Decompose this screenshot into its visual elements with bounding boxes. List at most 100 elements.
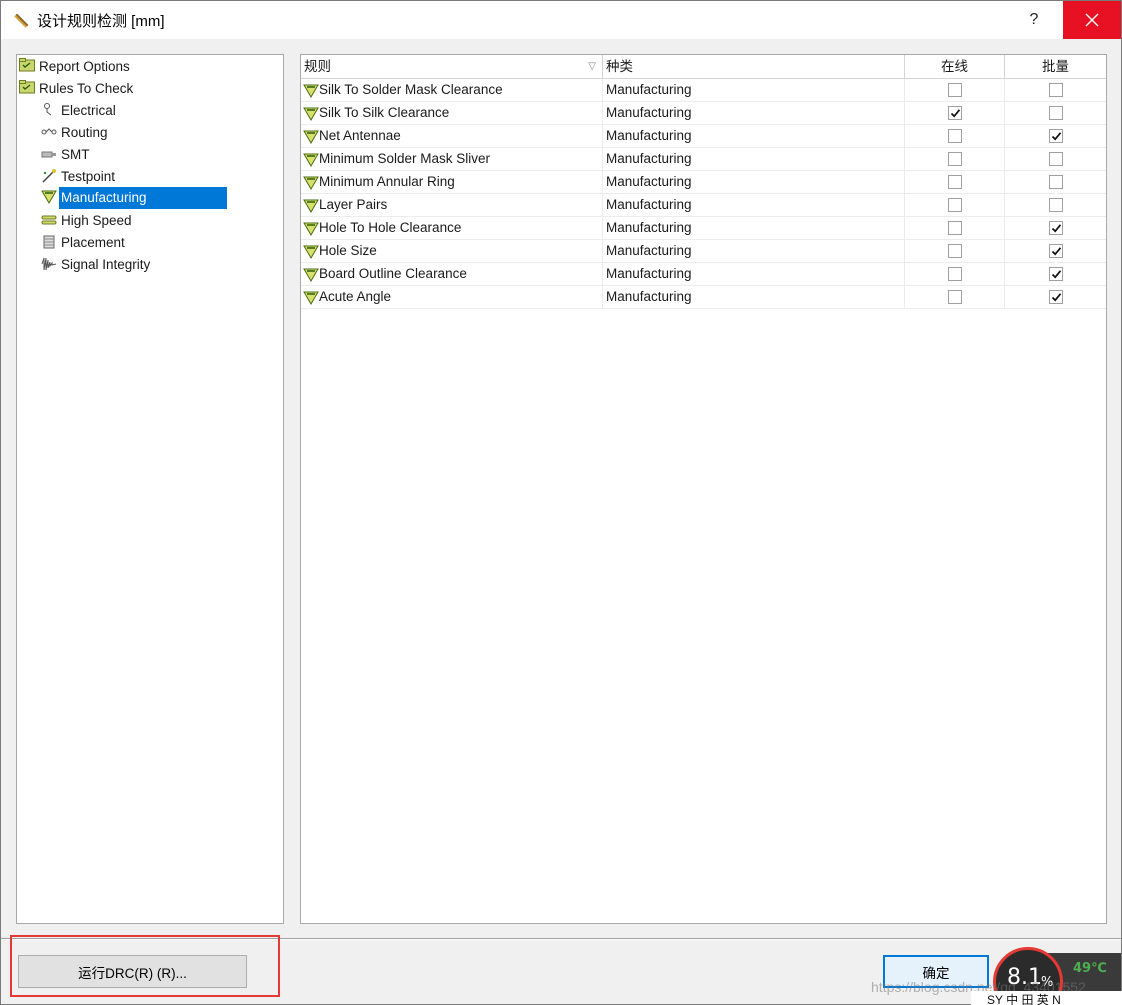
tree-item-testpoint[interactable]: Testpoint xyxy=(41,165,117,187)
tree-item-report-options[interactable]: Report Options xyxy=(19,55,132,77)
batch-checkbox[interactable] xyxy=(1048,221,1063,235)
taskbar-tray-strip: SY 中 田 英 N xyxy=(971,991,1122,1005)
folder-icon xyxy=(19,80,35,96)
manufacturing-rule-icon xyxy=(303,175,319,190)
batch-cell xyxy=(1005,263,1106,286)
help-button[interactable]: ? xyxy=(1011,1,1057,39)
online-cell xyxy=(905,171,1005,194)
online-checkbox[interactable] xyxy=(947,221,962,235)
column-header-rule-label: 规则 xyxy=(304,59,331,74)
manufacturing-icon xyxy=(41,190,57,206)
batch-checkbox[interactable] xyxy=(1048,267,1063,281)
online-checkbox[interactable] xyxy=(947,129,962,143)
manufacturing-rule-icon xyxy=(303,244,319,259)
rule-kind-cell: Manufacturing xyxy=(603,217,905,240)
high-speed-icon xyxy=(41,212,57,228)
manufacturing-rule-icon xyxy=(303,198,319,213)
rule-kind-cell: Manufacturing xyxy=(603,102,905,125)
table-row[interactable]: Silk To Silk Clearance Manufacturing xyxy=(301,102,1106,125)
rule-name-cell: Hole To Hole Clearance xyxy=(301,217,603,240)
online-checkbox[interactable] xyxy=(947,106,962,120)
column-header-batch[interactable]: 批量 xyxy=(1005,55,1106,79)
online-checkbox[interactable] xyxy=(947,244,962,258)
rule-category-tree[interactable]: Report Options Rules To Check Electrical Ro… xyxy=(16,54,284,924)
tree-item-routing[interactable]: Routing xyxy=(41,121,110,143)
column-header-kind[interactable]: 种类 xyxy=(603,55,905,79)
signal-integrity-icon xyxy=(41,256,57,272)
online-cell xyxy=(905,148,1005,171)
rule-name-cell: Net Antennae xyxy=(301,125,603,148)
batch-cell xyxy=(1005,79,1106,102)
rule-kind-cell: Manufacturing xyxy=(603,240,905,263)
close-button[interactable] xyxy=(1063,1,1121,39)
rule-name: Silk To Silk Clearance xyxy=(319,105,450,120)
table-row[interactable]: Board Outline Clearance Manufacturing xyxy=(301,263,1106,286)
app-icon xyxy=(14,13,29,28)
tree-item-signal-integrity[interactable]: Signal Integrity xyxy=(41,253,152,275)
table-row[interactable]: Net Antennae Manufacturing xyxy=(301,125,1106,148)
rule-name-cell: Layer Pairs xyxy=(301,194,603,217)
table-row[interactable]: Minimum Annular Ring Manufacturing xyxy=(301,171,1106,194)
table-row[interactable]: Hole To Hole Clearance Manufacturing xyxy=(301,217,1106,240)
rule-kind-cell: Manufacturing xyxy=(603,79,905,102)
grid-header: 规则 ▽ 种类 在线 批量 xyxy=(301,55,1106,79)
manufacturing-rule-icon xyxy=(303,267,319,282)
online-checkbox[interactable] xyxy=(947,198,962,212)
column-header-online[interactable]: 在线 xyxy=(905,55,1005,79)
batch-checkbox[interactable] xyxy=(1048,175,1063,189)
manufacturing-rule-icon xyxy=(303,83,319,98)
annotation-highlight-box xyxy=(10,935,280,997)
batch-checkbox[interactable] xyxy=(1048,106,1063,120)
rule-name-cell: Minimum Annular Ring xyxy=(301,171,603,194)
rule-name-cell: Silk To Silk Clearance xyxy=(301,102,603,125)
table-row[interactable]: Acute Angle Manufacturing xyxy=(301,286,1106,309)
table-row[interactable]: Minimum Solder Mask Sliver Manufacturing xyxy=(301,148,1106,171)
table-row[interactable]: Layer Pairs Manufacturing xyxy=(301,194,1106,217)
tree-item-smt[interactable]: SMT xyxy=(41,143,92,165)
online-checkbox[interactable] xyxy=(947,290,962,304)
batch-checkbox[interactable] xyxy=(1048,129,1063,143)
rule-name: Minimum Annular Ring xyxy=(319,174,455,189)
tree-item-label: Report Options xyxy=(39,58,130,74)
rule-kind-cell: Manufacturing xyxy=(603,125,905,148)
tree-item-label: High Speed xyxy=(61,212,132,228)
rule-name-cell: Hole Size xyxy=(301,240,603,263)
rule-kind-cell: Manufacturing xyxy=(603,194,905,217)
table-row[interactable]: Silk To Solder Mask Clearance Manufacturi… xyxy=(301,79,1106,102)
column-header-rule[interactable]: 规则 ▽ xyxy=(301,55,603,79)
tree-item-electrical[interactable]: Electrical xyxy=(41,99,118,121)
online-checkbox[interactable] xyxy=(947,175,962,189)
online-cell xyxy=(905,194,1005,217)
batch-cell xyxy=(1005,102,1106,125)
rule-name: Hole Size xyxy=(319,243,377,258)
online-checkbox[interactable] xyxy=(947,152,962,166)
rule-name: Hole To Hole Clearance xyxy=(319,220,462,235)
batch-checkbox[interactable] xyxy=(1048,198,1063,212)
online-checkbox[interactable] xyxy=(947,83,962,97)
batch-cell xyxy=(1005,240,1106,263)
batch-cell xyxy=(1005,125,1106,148)
batch-checkbox[interactable] xyxy=(1048,152,1063,166)
tree-item-label: Routing xyxy=(61,124,108,140)
tree-item-high-speed[interactable]: High Speed xyxy=(41,209,134,231)
tree-item-rules-to-check[interactable]: Rules To Check xyxy=(19,77,135,99)
tree-item-placement[interactable]: Placement xyxy=(41,231,127,253)
batch-checkbox[interactable] xyxy=(1048,244,1063,258)
table-row[interactable]: Hole Size Manufacturing xyxy=(301,240,1106,263)
batch-cell xyxy=(1005,194,1106,217)
folder-icon xyxy=(19,58,35,74)
online-checkbox[interactable] xyxy=(947,267,962,281)
testpoint-icon xyxy=(41,168,57,184)
online-cell xyxy=(905,263,1005,286)
batch-checkbox[interactable] xyxy=(1048,83,1063,97)
batch-cell xyxy=(1005,286,1106,309)
online-cell xyxy=(905,79,1005,102)
batch-checkbox[interactable] xyxy=(1048,290,1063,304)
rule-kind-cell: Manufacturing xyxy=(603,148,905,171)
rule-name: Silk To Solder Mask Clearance xyxy=(319,82,503,97)
rule-name: Acute Angle xyxy=(319,289,392,304)
close-icon xyxy=(1085,13,1099,27)
tree-item-label: Rules To Check xyxy=(39,80,134,96)
tree-item-manufacturing[interactable]: Manufacturing xyxy=(41,187,227,209)
routing-icon xyxy=(41,124,57,140)
